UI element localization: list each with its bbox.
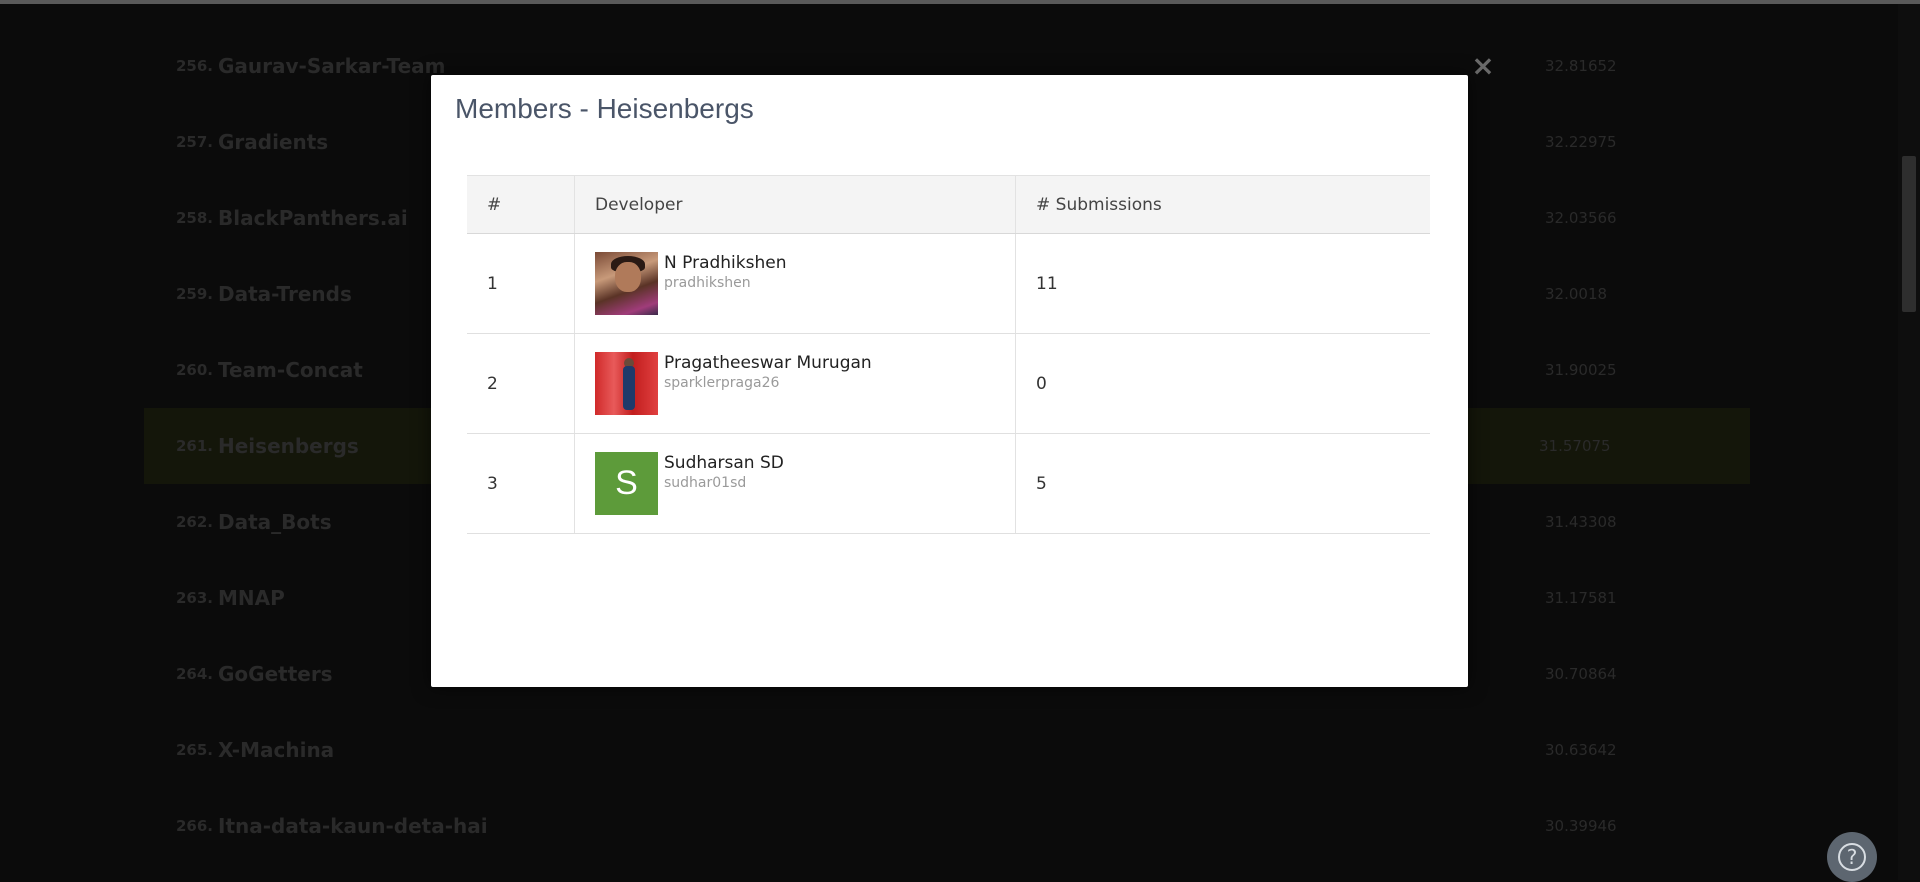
leaderboard-rank: 265.: [176, 741, 214, 759]
leaderboard-score: 30.39946: [1545, 817, 1617, 835]
leaderboard-team-name: Itna-data-kaun-deta-hai: [218, 814, 488, 838]
member-submissions: 0: [1015, 333, 1430, 434]
member-developer-cell: N Pradhikshen pradhikshen: [574, 233, 1016, 334]
member-name[interactable]: Pragatheeswar Murugan: [664, 352, 872, 374]
table-row: 2 Pragatheeswar Murugan sparklerpraga26 …: [467, 333, 1430, 434]
leaderboard-team-name: GoGetters: [218, 662, 333, 686]
table-header-row: # Developer # Submissions: [467, 175, 1430, 234]
leaderboard-score: 32.22975: [1545, 133, 1617, 151]
table-row: 3 S Sudharsan SD sudhar01sd 5: [467, 433, 1430, 534]
leaderboard-rank: 261.: [176, 437, 214, 455]
leaderboard-score: 32.0018: [1545, 285, 1608, 303]
leaderboard-rank: 266.: [176, 817, 214, 835]
column-header-submissions: # Submissions: [1015, 175, 1430, 234]
member-rank: 1: [467, 233, 575, 334]
member-rank: 3: [467, 433, 575, 534]
avatar[interactable]: [595, 352, 658, 415]
leaderboard-score: 32.81652: [1545, 57, 1617, 75]
leaderboard-rank: 259.: [176, 285, 214, 303]
leaderboard-team-name: Team-Concat: [218, 358, 363, 382]
leaderboard-rank: 260.: [176, 361, 214, 379]
help-button[interactable]: ?: [1827, 832, 1877, 882]
leaderboard-team-name: Gaurav-Sarkar-Team: [218, 54, 446, 78]
leaderboard-rank: 262.: [176, 513, 214, 531]
page-scrollbar[interactable]: [1898, 4, 1920, 880]
question-mark-icon: ?: [1838, 843, 1866, 871]
leaderboard-row: 265. X-Machina 30.63642: [150, 712, 1750, 788]
avatar[interactable]: [595, 252, 658, 315]
member-handle[interactable]: sudhar01sd: [664, 474, 784, 492]
leaderboard-score: 31.57075: [1539, 437, 1611, 455]
member-handle[interactable]: sparklerpraga26: [664, 374, 872, 392]
browser-top-bar: [0, 0, 1920, 4]
leaderboard-rank: 264.: [176, 665, 214, 683]
member-developer-cell: S Sudharsan SD sudhar01sd: [574, 433, 1016, 534]
leaderboard-score: 31.17581: [1545, 589, 1617, 607]
member-handle[interactable]: pradhikshen: [664, 274, 786, 292]
member-rank: 2: [467, 333, 575, 434]
table-row: 1 N Pradhikshen pradhikshen 11: [467, 233, 1430, 334]
leaderboard-row: 266. Itna-data-kaun-deta-hai 30.39946: [150, 788, 1750, 864]
member-name[interactable]: Sudharsan SD: [664, 452, 784, 474]
close-icon[interactable]: ×: [1469, 52, 1497, 80]
column-header-developer: Developer: [574, 175, 1016, 234]
leaderboard-score: 32.03566: [1545, 209, 1617, 227]
leaderboard-score: 31.90025: [1545, 361, 1617, 379]
members-modal: Members - Heisenbergs # Developer # Subm…: [431, 75, 1468, 687]
members-table: # Developer # Submissions 1 N Pradhikshe…: [467, 175, 1430, 534]
leaderboard-team-name: MNAP: [218, 586, 285, 610]
member-developer-cell: Pragatheeswar Murugan sparklerpraga26: [574, 333, 1016, 434]
leaderboard-team-name: Heisenbergs: [218, 434, 359, 458]
leaderboard-team-name: Data-Trends: [218, 282, 352, 306]
leaderboard-team-name: BlackPanthers.ai: [218, 206, 408, 230]
leaderboard-team-name: Gradients: [218, 130, 329, 154]
member-submissions: 5: [1015, 433, 1430, 534]
member-name[interactable]: N Pradhikshen: [664, 252, 786, 274]
avatar[interactable]: S: [595, 452, 658, 515]
leaderboard-team-name: X-Machina: [218, 738, 335, 762]
column-header-rank: #: [467, 175, 575, 234]
leaderboard-rank: 256.: [176, 57, 214, 75]
leaderboard-rank: 257.: [176, 133, 214, 151]
leaderboard-score: 30.63642: [1545, 741, 1617, 759]
leaderboard-rank: 258.: [176, 209, 214, 227]
member-submissions: 11: [1015, 233, 1430, 334]
scrollbar-thumb[interactable]: [1902, 156, 1916, 312]
leaderboard-team-name: Data_Bots: [218, 510, 332, 534]
modal-title: Members - Heisenbergs: [455, 93, 754, 124]
leaderboard-score: 31.43308: [1545, 513, 1617, 531]
leaderboard-rank: 263.: [176, 589, 214, 607]
leaderboard-score: 30.70864: [1545, 665, 1617, 683]
